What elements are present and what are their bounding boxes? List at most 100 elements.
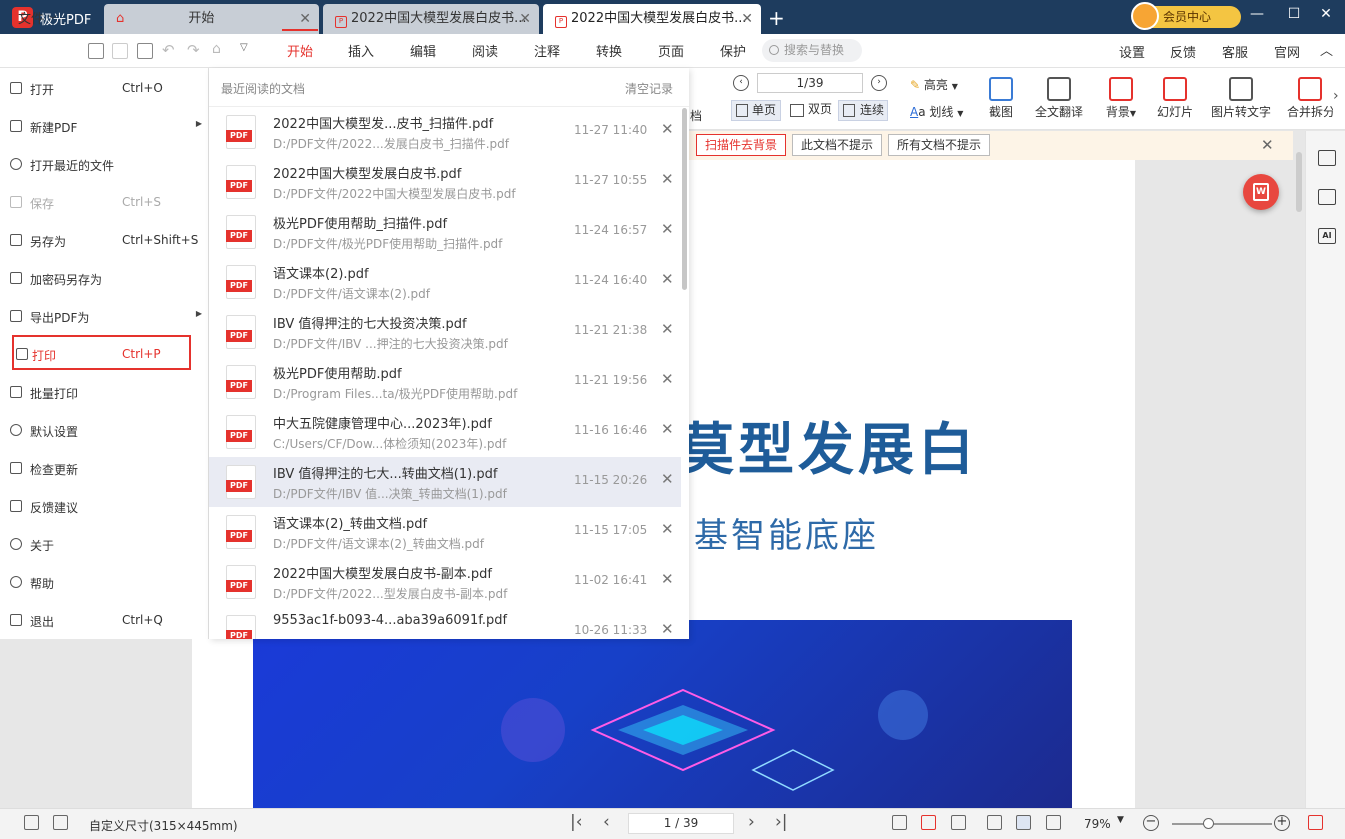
background-button[interactable]: 背景▼ <box>1101 77 1141 120</box>
website-link[interactable]: 官网 <box>1274 42 1300 61</box>
menu-batch-print[interactable]: 批量打印 <box>0 373 209 411</box>
tab-insert[interactable]: 插入 <box>348 41 374 60</box>
ocr-button[interactable]: 图片转文字 <box>1209 77 1273 120</box>
properties-icon[interactable] <box>1318 150 1336 166</box>
redo-icon[interactable]: ↷ <box>187 41 200 59</box>
recent-file-row-hovered[interactable]: PDF IBV 值得押注的七大...转曲文档(1).pdf D:/PDF文件/IBV… <box>209 457 681 507</box>
toolbar-scroll-right-icon[interactable]: › <box>1333 88 1339 104</box>
collapse-ribbon-icon[interactable]: ︿ <box>1320 40 1333 59</box>
menu-save-encrypted[interactable]: 加密码另存为 <box>0 259 209 297</box>
export-page-icon[interactable] <box>53 815 68 830</box>
toolbar-page-input[interactable]: 1/39 <box>757 73 863 93</box>
save-icon[interactable] <box>112 43 128 59</box>
menu-save[interactable]: 保存 Ctrl+S <box>0 183 209 221</box>
tab-convert[interactable]: 转换 <box>596 41 622 60</box>
recent-file-row[interactable]: PDF 2022中国大模型发...皮书_扫描件.pdf D:/PDF文件/2022.… <box>209 107 681 157</box>
support-link[interactable]: 客服 <box>1222 42 1248 61</box>
recent-file-row[interactable]: PDF IBV 值得押注的七大投资决策.pdf D:/PDF文件/IBV ...押注… <box>209 307 681 357</box>
tab-page[interactable]: 页面 <box>658 41 684 60</box>
floating-convert-button[interactable]: W <box>1243 174 1279 210</box>
tab-document-1[interactable]: P 2022中国大模型发展白皮书... ✕ <box>323 4 539 34</box>
zoom-out-icon[interactable]: − <box>1143 815 1159 831</box>
toolbar-partial-label[interactable]: 档 <box>690 107 702 124</box>
merge-split-button[interactable]: 合并拆分 <box>1287 77 1333 120</box>
recent-scrollbar[interactable] <box>682 108 687 290</box>
comments-icon[interactable] <box>1318 189 1336 205</box>
screenshot-button[interactable]: 截图 <box>981 77 1021 120</box>
search-replace-input[interactable]: 搜索与替换 <box>762 39 862 62</box>
feedback-link[interactable]: 反馈 <box>1170 42 1196 61</box>
recent-file-row[interactable]: PDF 极光PDF使用帮助.pdf D:/Program Files...ta/极光… <box>209 357 681 407</box>
remove-icon[interactable]: ✕ <box>661 220 674 238</box>
zoom-dropdown-icon[interactable]: ▼ <box>1117 815 1124 825</box>
remove-icon[interactable]: ✕ <box>661 320 674 338</box>
fit-width-icon[interactable] <box>892 815 907 830</box>
tab-start[interactable]: 开始 <box>287 41 313 60</box>
zoom-slider-knob[interactable] <box>1203 818 1214 829</box>
last-page-icon[interactable]: ›| <box>775 812 788 832</box>
close-tab-icon[interactable]: ✕ <box>519 4 531 34</box>
rotate-icon[interactable] <box>921 815 936 830</box>
zoom-in-icon[interactable]: + <box>1274 815 1290 831</box>
remove-icon[interactable]: ✕ <box>661 520 674 538</box>
remove-icon[interactable]: ✕ <box>661 570 674 588</box>
next-page-icon[interactable]: › <box>871 75 887 91</box>
menu-about[interactable]: 关于 <box>0 525 209 563</box>
remove-icon[interactable]: ✕ <box>661 470 674 488</box>
slideshow-button[interactable]: 幻灯片 <box>1155 77 1195 120</box>
open-folder-icon[interactable] <box>88 43 104 59</box>
menu-open-recent[interactable]: 打开最近的文件 <box>0 145 209 183</box>
menu-save-as[interactable]: 另存为 Ctrl+Shift+S <box>0 221 209 259</box>
remove-icon[interactable]: ✕ <box>661 420 674 438</box>
recent-file-row[interactable]: PDF 2022中国大模型发展白皮书-副本.pdf D:/PDF文件/2022...… <box>209 557 681 607</box>
fit-page-icon[interactable] <box>951 815 966 830</box>
not-remind-this-doc-button[interactable]: 此文档不提示 <box>792 134 883 156</box>
sidebar-toggle-icon[interactable] <box>24 815 39 830</box>
next-page-icon[interactable]: › <box>748 812 755 832</box>
menu-help[interactable]: 帮助 <box>0 563 209 601</box>
recent-file-row[interactable]: PDF 2022中国大模型发展白皮书.pdf D:/PDF文件/2022中国大模型发… <box>209 157 681 207</box>
home-nav-icon[interactable]: ⌂ <box>212 41 221 57</box>
remove-icon[interactable]: ✕ <box>661 120 674 138</box>
document-scrollbar[interactable] <box>1296 152 1302 212</box>
translate-button[interactable]: 全文翻译 <box>1033 77 1085 120</box>
remove-scan-background-button[interactable]: 扫描件去背景 <box>696 134 787 156</box>
print-icon[interactable] <box>137 43 153 59</box>
remove-icon[interactable]: ✕ <box>661 620 674 638</box>
vip-mascot-icon[interactable] <box>1131 2 1159 30</box>
tab-edit[interactable]: 编辑 <box>410 41 436 60</box>
zoom-level[interactable]: 79% <box>1084 817 1111 831</box>
minimize-icon[interactable]: — <box>1247 6 1267 22</box>
close-notice-icon[interactable]: ✕ <box>1261 136 1274 154</box>
menu-export-pdf[interactable]: 导出PDF为 ▶ <box>0 297 209 335</box>
double-view-icon[interactable] <box>1046 815 1061 830</box>
menu-new-pdf[interactable]: 新建PDF ▶ <box>0 107 209 145</box>
highlight-button[interactable]: ✎ 高亮 ▼ <box>910 76 958 93</box>
tab-annotate[interactable]: 注释 <box>534 41 560 60</box>
zoom-slider[interactable] <box>1172 823 1272 825</box>
underline-button[interactable]: Aa 划线 ▼ <box>910 103 963 120</box>
recent-file-row[interactable]: PDF 语文课本(2).pdf D:/PDF文件/语文课本(2).pdf 11-24 … <box>209 257 681 307</box>
clear-history-link[interactable]: 清空记录 <box>625 80 673 97</box>
ai-icon[interactable]: AI <box>1318 228 1336 244</box>
menu-exit[interactable]: 退出 Ctrl+Q <box>0 601 209 639</box>
close-window-icon[interactable]: ✕ <box>1316 6 1336 22</box>
close-tab-icon[interactable]: ✕ <box>741 4 753 34</box>
menu-feedback[interactable]: 反馈建议 <box>0 487 209 525</box>
menu-default-settings[interactable]: 默认设置 <box>0 411 209 449</box>
menu-open[interactable]: 打开 Ctrl+O <box>0 69 209 107</box>
customize-dropdown-icon[interactable]: ▽ <box>240 42 248 53</box>
fullscreen-icon[interactable] <box>1308 815 1323 830</box>
recent-file-row[interactable]: PDF 9553ac1f-b093-4...aba39a6091f.pdf 10-2… <box>209 607 681 639</box>
maximize-icon[interactable]: ☐ <box>1284 6 1304 22</box>
remove-icon[interactable]: ✕ <box>661 270 674 288</box>
prev-page-icon[interactable]: ‹ <box>733 75 749 91</box>
tab-protect[interactable]: 保护 <box>720 41 746 60</box>
first-page-icon[interactable]: |‹ <box>570 812 583 832</box>
remove-icon[interactable]: ✕ <box>661 370 674 388</box>
settings-link[interactable]: 设置 <box>1119 42 1145 61</box>
page-number-input[interactable]: 1 / 39 <box>628 813 734 834</box>
undo-icon[interactable]: ↶ <box>162 41 175 59</box>
menu-check-update[interactable]: 检查更新 <box>0 449 209 487</box>
file-menu-button[interactable]: 文件 ﹀ <box>18 8 57 27</box>
